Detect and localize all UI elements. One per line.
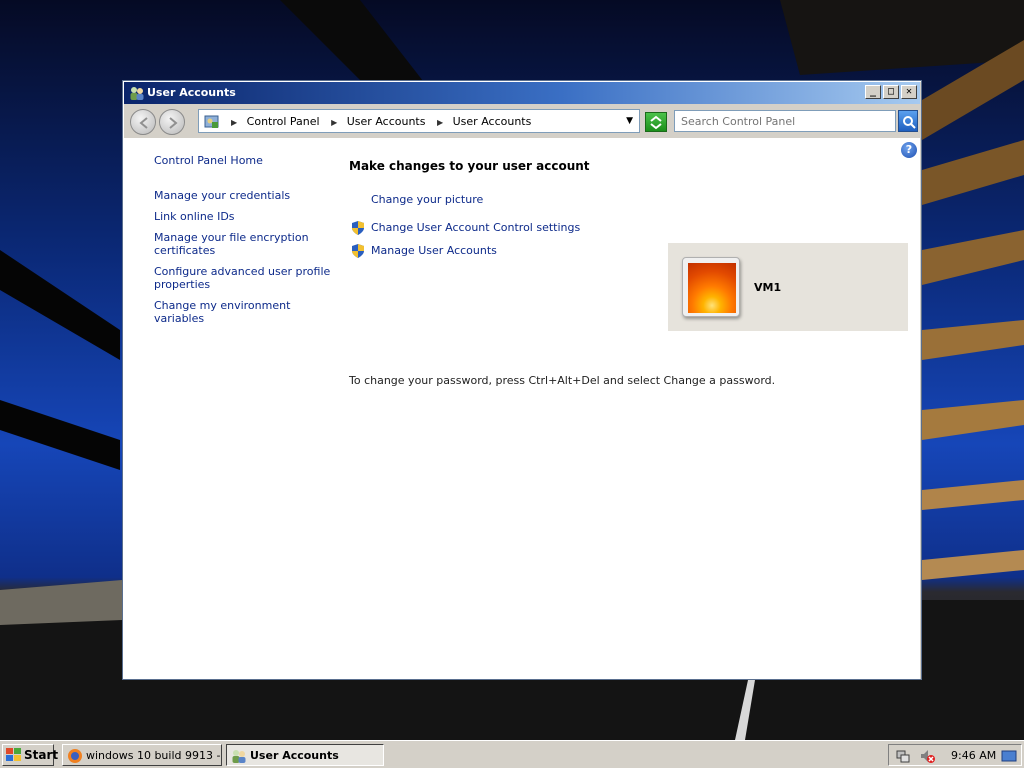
start-label: Start (24, 748, 59, 762)
minimize-button[interactable]: _ (865, 85, 881, 99)
breadcrumb-user-accounts-current[interactable]: User Accounts (453, 115, 532, 128)
chevron-down-icon[interactable]: ▼ (626, 116, 633, 126)
breadcrumb: ▶ Control Panel ▶ User Accounts ▶ User A… (227, 115, 535, 128)
taskbar-button-label: User Accounts (250, 749, 339, 762)
close-button[interactable]: ✕ (901, 85, 917, 99)
taskbar: Start windows 10 build 9913 - ... User A… (0, 740, 1024, 768)
link-online-ids-link[interactable]: Link online IDs (154, 210, 334, 223)
refresh-icon (650, 115, 662, 130)
clock[interactable]: 9:46 AM (951, 749, 996, 762)
manage-credentials-link[interactable]: Manage your credentials (154, 189, 334, 202)
search-icon (903, 116, 916, 129)
page-title: Make changes to your user account (349, 159, 590, 173)
users-icon (232, 750, 246, 763)
forward-button[interactable] (159, 109, 185, 135)
avatar[interactable] (682, 257, 740, 317)
task-pane: Control Panel Home Manage your credentia… (154, 154, 334, 333)
window-title: User Accounts (147, 86, 236, 99)
title-bar[interactable]: User Accounts _ □ ✕ (124, 82, 920, 104)
system-tray: 9:46 AM (888, 744, 1022, 766)
content-pane: ? Control Panel Home Manage your credent… (124, 138, 920, 679)
start-button[interactable]: Start (2, 744, 58, 766)
address-bar[interactable]: ▶ Control Panel ▶ User Accounts ▶ User A… (198, 109, 640, 133)
arrow-left-icon (139, 117, 148, 129)
caption-buttons: _ □ ✕ (863, 85, 917, 101)
uac-shield-icon (352, 244, 364, 258)
breadcrumb-control-panel[interactable]: Control Panel (247, 115, 320, 128)
account-name: VM1 (754, 281, 782, 294)
volume-muted-icon[interactable] (919, 748, 935, 764)
uac-shield-icon (352, 221, 364, 235)
search-box[interactable] (674, 110, 896, 132)
account-card: VM1 (668, 243, 908, 331)
show-desktop-icon[interactable] (1001, 748, 1017, 764)
advanced-profile-link[interactable]: Configure advanced user profile properti… (154, 265, 334, 291)
breadcrumb-user-accounts[interactable]: User Accounts (347, 115, 426, 128)
refresh-button[interactable] (645, 112, 667, 132)
search-input[interactable] (675, 111, 895, 131)
user-accounts-window: User Accounts _ □ ✕ ▶ Control Panel ▶ Us… (122, 80, 922, 680)
file-encryption-link[interactable]: Manage your file encryption certificates (154, 231, 334, 257)
chevron-right-icon[interactable]: ▶ (231, 118, 237, 127)
change-picture-link[interactable]: Change your picture (371, 193, 483, 206)
maximize-button[interactable]: □ (883, 85, 899, 99)
password-instructions: To change your password, press Ctrl+Alt+… (349, 374, 776, 387)
flower-picture (688, 263, 736, 313)
control-panel-icon (204, 115, 219, 128)
chevron-right-icon[interactable]: ▶ (331, 118, 337, 127)
help-icon[interactable]: ? (901, 142, 917, 158)
control-panel-home-link[interactable]: Control Panel Home (154, 154, 334, 167)
back-button[interactable] (130, 109, 156, 135)
users-icon (130, 87, 144, 100)
search-button[interactable] (898, 110, 918, 132)
navigation-bar: ▶ Control Panel ▶ User Accounts ▶ User A… (124, 105, 920, 137)
environment-variables-link[interactable]: Change my environment variables (154, 299, 334, 325)
network-icon[interactable] (895, 748, 911, 764)
firefox-icon (68, 749, 82, 763)
chevron-right-icon[interactable]: ▶ (437, 118, 443, 127)
manage-user-accounts-link[interactable]: Manage User Accounts (371, 244, 497, 257)
taskbar-button-firefox[interactable]: windows 10 build 9913 - ... (62, 744, 222, 766)
uac-settings-link[interactable]: Change User Account Control settings (371, 221, 580, 234)
taskbar-button-label: windows 10 build 9913 - ... (86, 749, 222, 762)
taskbar-button-user-accounts[interactable]: User Accounts (226, 744, 384, 766)
arrow-right-icon (169, 117, 178, 129)
windows-logo-icon (6, 748, 21, 761)
